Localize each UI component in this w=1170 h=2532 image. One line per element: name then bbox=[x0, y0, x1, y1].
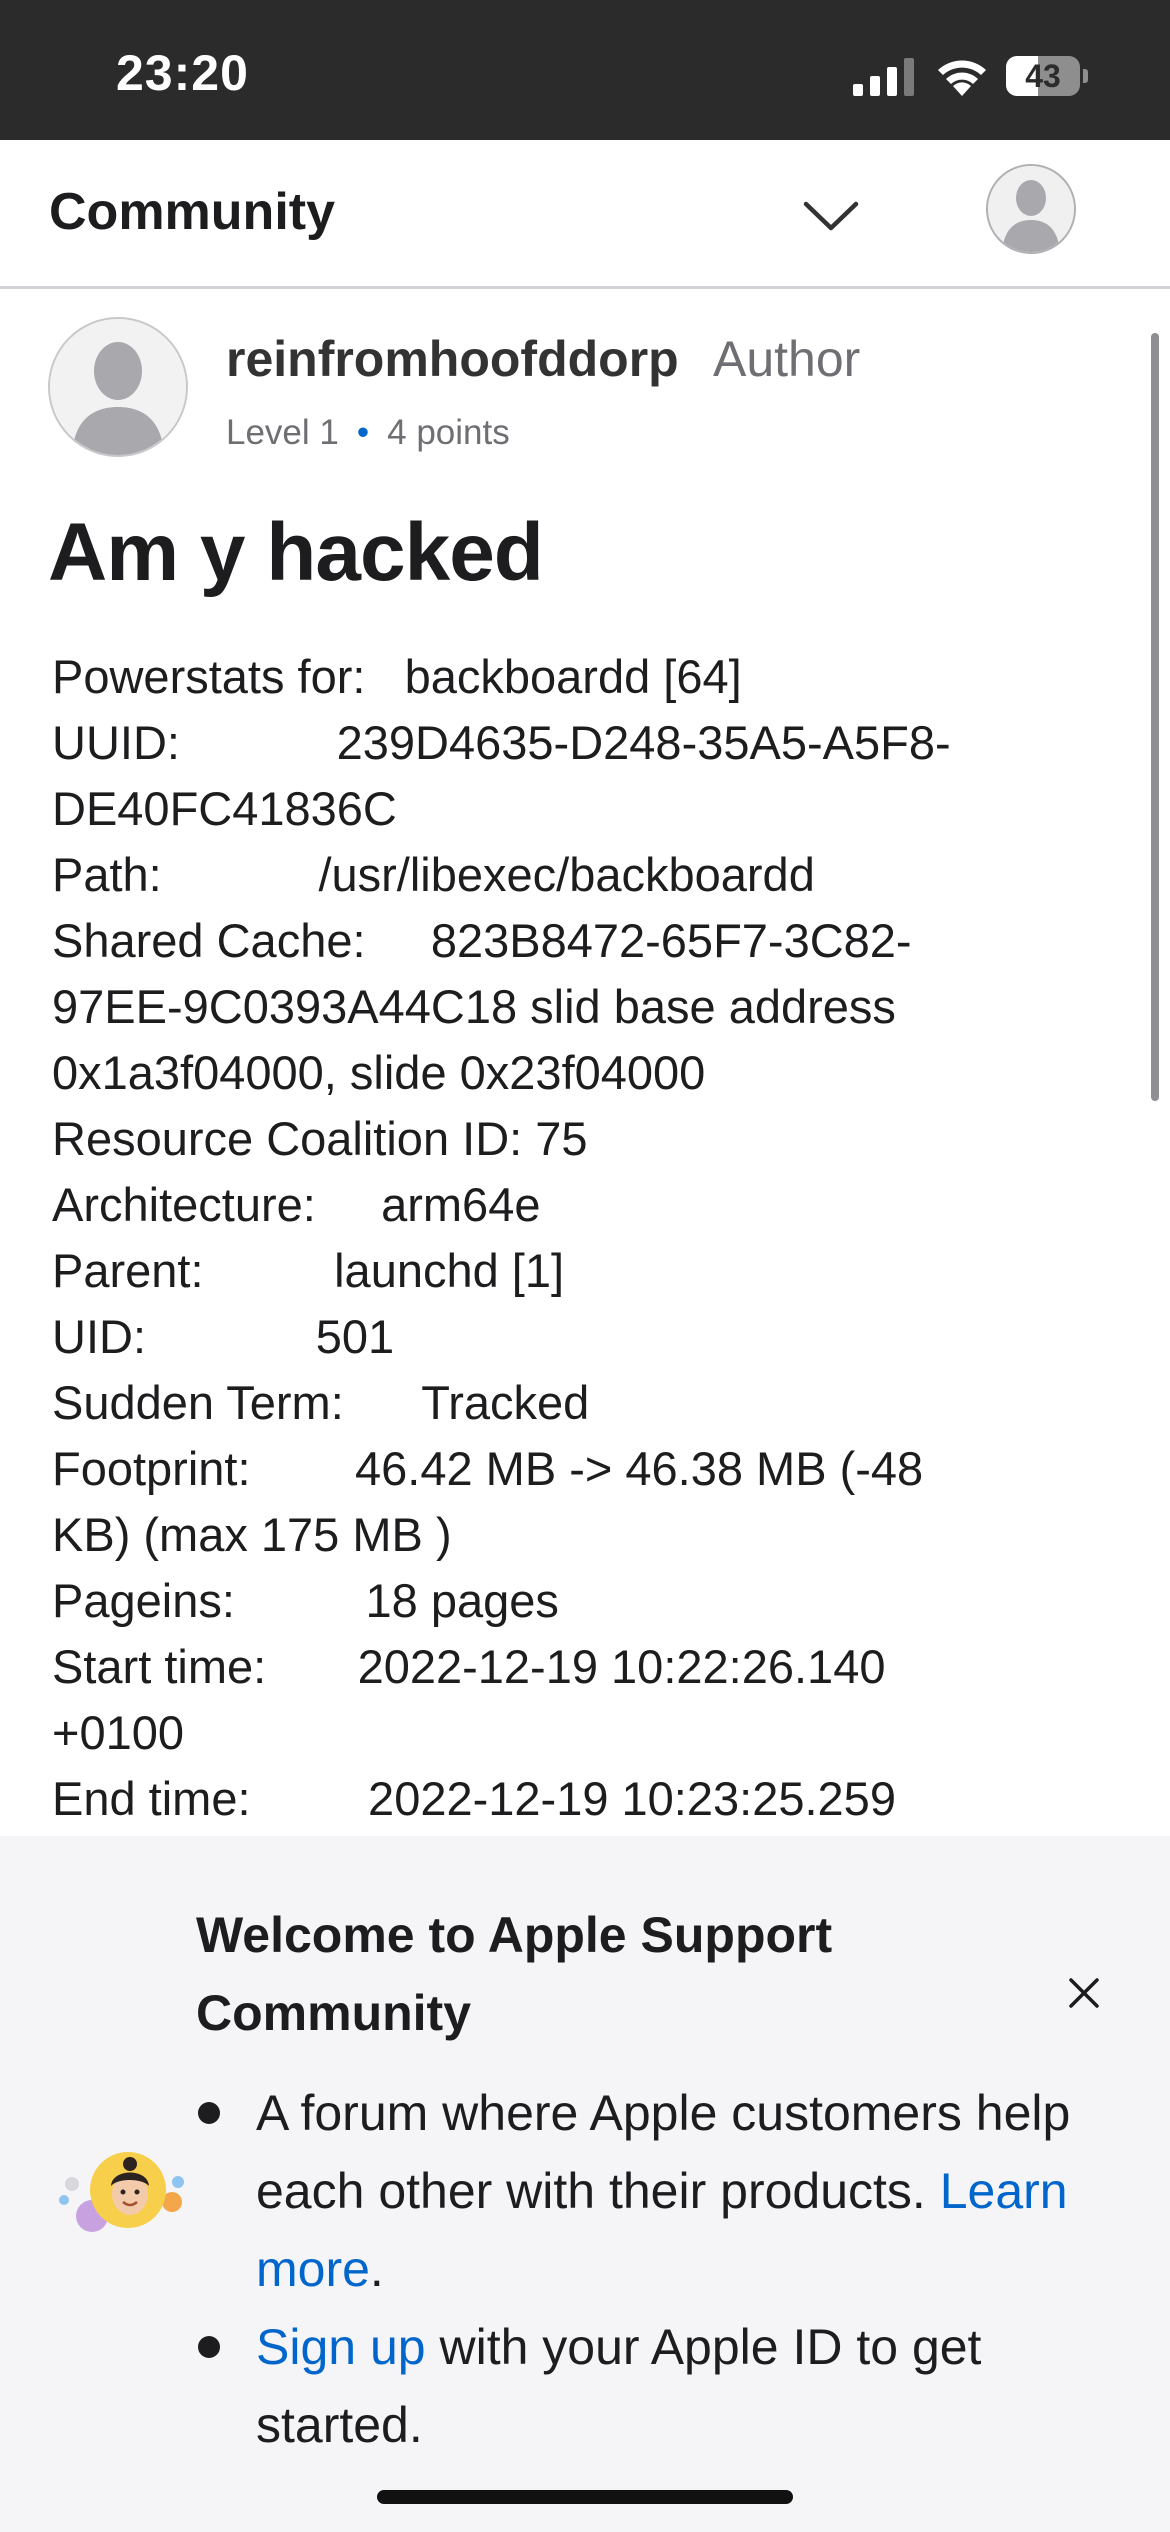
battery-icon: 43 bbox=[1006, 56, 1088, 96]
close-icon[interactable] bbox=[1067, 1976, 1101, 2010]
welcome-item-end: . bbox=[369, 2241, 384, 2297]
signal-icon bbox=[853, 58, 914, 96]
scrollbar[interactable] bbox=[1151, 333, 1159, 1101]
post-body-line: Shared Cache: 823B8472-65F7-3C82- bbox=[52, 914, 912, 967]
post-body-line: End time: 2022-12-19 10:23:25.259 bbox=[52, 1772, 896, 1825]
author-username[interactable]: reinfromhoofddorp bbox=[226, 330, 679, 388]
chevron-down-icon[interactable] bbox=[800, 196, 862, 236]
post-body-line: +0100 bbox=[52, 1706, 185, 1759]
avatar-icon[interactable] bbox=[986, 164, 1076, 254]
memoji-icon bbox=[59, 2152, 184, 2232]
welcome-title: Welcome to Apple Support Community bbox=[196, 1907, 833, 2041]
post-body-line: Path: /usr/libexec/backboardd bbox=[52, 848, 815, 901]
page-title[interactable]: Community bbox=[49, 182, 335, 242]
home-indicator[interactable] bbox=[377, 2490, 793, 2504]
author-meta: Level 1 • 4 points bbox=[226, 413, 510, 453]
post-body-line: 0x1a3f04000, slide 0x23f04000 bbox=[52, 1046, 706, 1099]
welcome-list-item: A forum where Apple customers help each … bbox=[198, 2074, 1116, 2308]
author-badge: Author bbox=[713, 331, 861, 387]
sign-up-link[interactable]: Sign up bbox=[256, 2319, 426, 2375]
bullet bbox=[198, 2336, 220, 2358]
welcome-list: A forum where Apple customers help each … bbox=[198, 2074, 1116, 2464]
post-body-line: UID: 501 bbox=[52, 1310, 395, 1363]
meta-separator-dot: • bbox=[356, 413, 370, 452]
post-body-line: DE40FC41836C bbox=[52, 782, 397, 835]
status-time: 23:20 bbox=[116, 45, 249, 101]
post-body-line: KB) (max 175 MB ) bbox=[52, 1508, 452, 1561]
post-body-line: Resource Coalition ID: 75 bbox=[52, 1112, 588, 1165]
post-body: Powerstats for: backboardd [64] UUID: 23… bbox=[52, 644, 1112, 1832]
post-body-line: 97EE-9C0393A44C18 slid base address bbox=[52, 980, 896, 1033]
welcome-list-item: Sign up with your Apple ID to get starte… bbox=[198, 2308, 1116, 2464]
bullet bbox=[198, 2102, 220, 2124]
community-header: Community bbox=[0, 140, 1170, 289]
battery-level: 43 bbox=[1025, 58, 1061, 94]
author-avatar[interactable] bbox=[48, 317, 188, 457]
author-points: 4 points bbox=[387, 413, 510, 452]
post-body-line: Footprint: 46.42 MB -> 46.38 MB (-48 bbox=[52, 1442, 924, 1495]
post-body-line: Sudden Term: Tracked bbox=[52, 1376, 590, 1429]
post-body-line: Start time: 2022-12-19 10:22:26.140 bbox=[52, 1640, 886, 1693]
wifi-icon bbox=[938, 60, 986, 96]
post-title: Am y hacked bbox=[48, 507, 544, 598]
post-body-line: Pageins: 18 pages bbox=[52, 1574, 559, 1627]
post-body-line: Powerstats for: backboardd [64] bbox=[52, 650, 742, 703]
post-body-line: Architecture: arm64e bbox=[52, 1178, 541, 1231]
status-bar: 23:20 43 bbox=[0, 0, 1170, 140]
post-body-line: Parent: launchd [1] bbox=[52, 1244, 565, 1297]
author-level: Level 1 bbox=[226, 413, 339, 452]
post-body-line: UUID: 239D4635-D248-35A5-A5F8- bbox=[52, 716, 951, 769]
welcome-banner: Welcome to Apple Support Community A for… bbox=[0, 1836, 1170, 2532]
